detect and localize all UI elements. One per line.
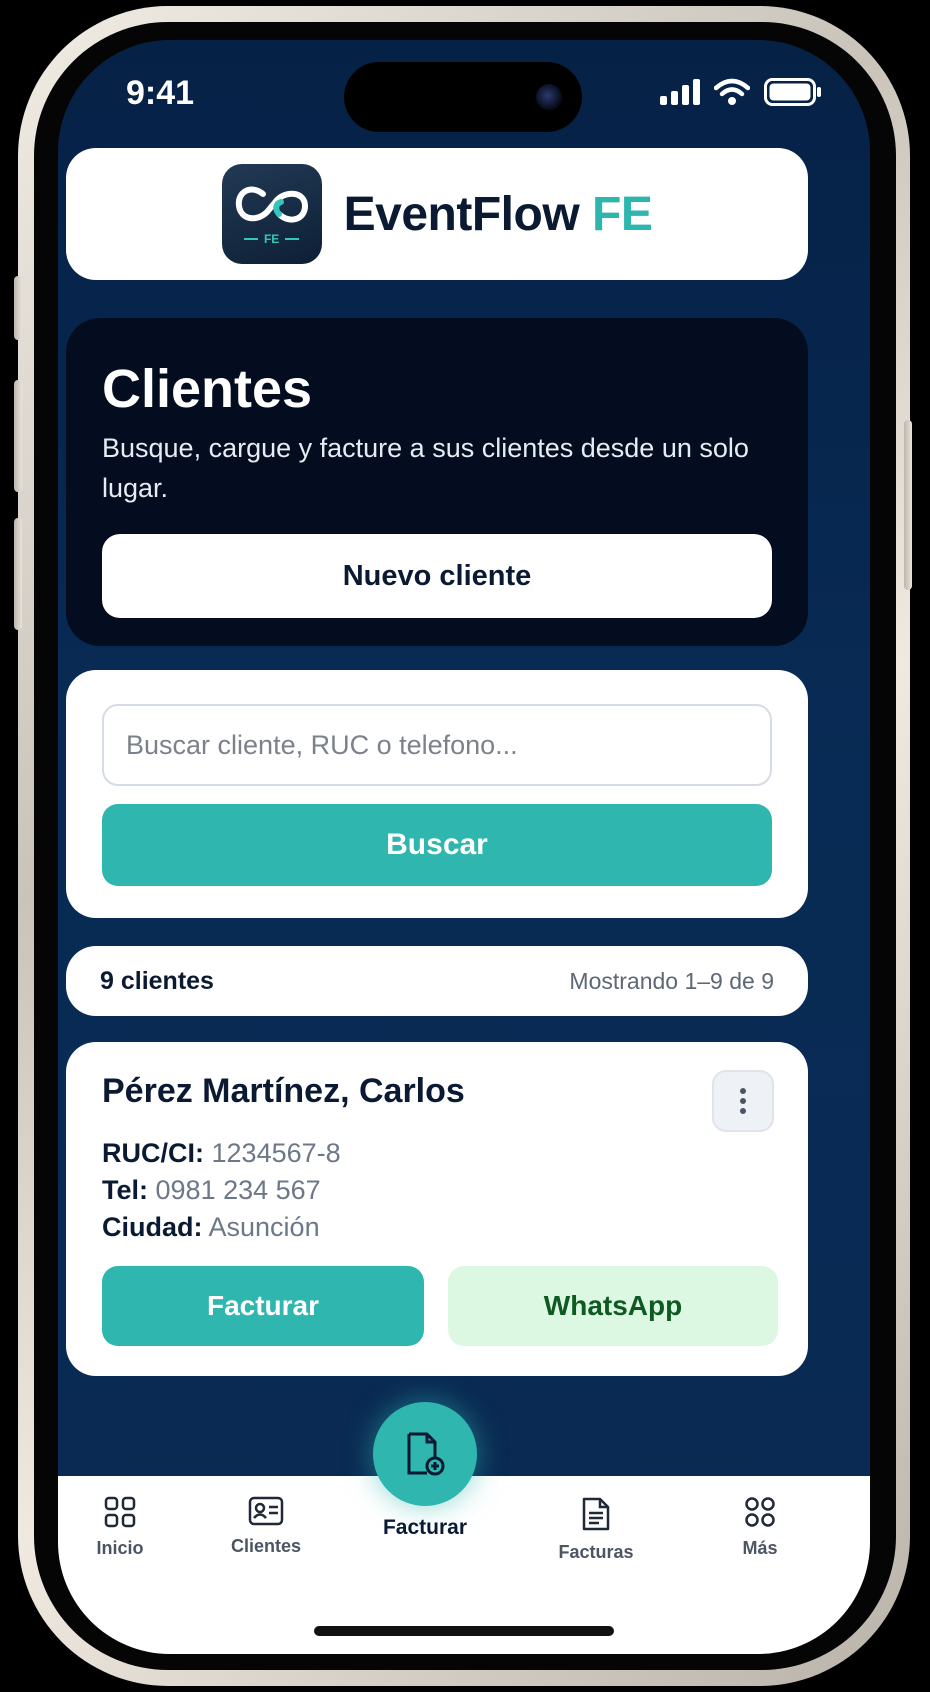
city-value: Asunción xyxy=(208,1212,320,1242)
client-count: 9 clientes xyxy=(100,966,214,995)
id-card-icon xyxy=(248,1496,284,1526)
logo-caption: FE xyxy=(263,232,280,246)
search-input[interactable] xyxy=(102,704,772,786)
ruc-value: 1234567-8 xyxy=(211,1138,341,1168)
brand-main: EventFlow xyxy=(343,187,580,241)
client-city: Ciudad: Asunción xyxy=(102,1212,320,1243)
client-name: Pérez Martínez, Carlos xyxy=(102,1072,465,1110)
nav-inicio[interactable]: Inicio xyxy=(58,1496,190,1559)
pagination-range: Mostrando 1–9 de 9 xyxy=(569,967,774,994)
ruc-label: RUC/CI: xyxy=(102,1138,204,1168)
results-summary: 9 clientes Mostrando 1–9 de 9 xyxy=(66,946,808,1016)
nav-facturar-button[interactable] xyxy=(373,1402,477,1506)
wifi-icon xyxy=(714,78,750,105)
invoice-client-button[interactable]: Facturar xyxy=(102,1266,424,1346)
camera-icon xyxy=(536,84,562,110)
status-icons xyxy=(660,78,822,106)
app-logo: FE xyxy=(221,164,322,264)
volume-up-button xyxy=(14,380,22,492)
kebab-menu-icon xyxy=(740,1088,746,1094)
tel-label: Tel: xyxy=(102,1175,148,1205)
nav-mas[interactable]: Más xyxy=(690,1496,830,1559)
home-indicator[interactable] xyxy=(314,1626,614,1636)
document-icon xyxy=(582,1497,610,1531)
dynamic-island xyxy=(344,62,582,132)
volume-down-button xyxy=(14,518,22,630)
brand-accent: FE xyxy=(592,187,653,241)
app-screen: 9:41 FE EventFlow FE Clientes Busque, ca… xyxy=(58,40,870,1654)
tel-value: 0981 234 567 xyxy=(155,1175,321,1205)
client-ruc: RUC/CI: 1234567-8 xyxy=(102,1138,341,1169)
hero-panel: Clientes Busque, cargue y facture a sus … xyxy=(66,318,808,646)
battery-icon xyxy=(764,78,821,106)
nav-mas-label: Más xyxy=(742,1538,778,1558)
page-subtitle: Busque, cargue y facture a sus clientes … xyxy=(102,433,749,503)
nav-clientes-label: Clientes xyxy=(230,1536,302,1556)
new-invoice-icon xyxy=(407,1432,445,1476)
signal-icon xyxy=(660,79,700,105)
client-card: Pérez Martínez, Carlos RUC/CI: 1234567-8… xyxy=(66,1042,808,1376)
search-button[interactable]: Buscar xyxy=(102,804,772,886)
nav-inicio-label: Inicio xyxy=(96,1538,144,1558)
whatsapp-button[interactable]: WhatsApp xyxy=(448,1266,778,1346)
brand-header: FE EventFlow FE xyxy=(66,148,808,280)
status-time: 9:41 xyxy=(126,74,195,112)
page-title: Clientes xyxy=(102,359,313,419)
new-client-button[interactable]: Nuevo cliente xyxy=(102,534,772,618)
nav-clientes[interactable]: Clientes xyxy=(196,1496,336,1557)
infinity-logo-icon xyxy=(235,186,308,223)
brand-name: EventFlow FE xyxy=(344,187,653,242)
side-button xyxy=(14,276,22,340)
search-panel: Buscar xyxy=(66,670,808,918)
nav-facturar-label: Facturar xyxy=(382,1516,468,1539)
nav-facturas[interactable]: Facturas xyxy=(526,1496,666,1563)
power-button xyxy=(904,420,912,590)
nav-facturas-label: Facturas xyxy=(558,1542,634,1562)
apps-icon xyxy=(745,1497,775,1527)
grid-icon xyxy=(104,1496,136,1528)
client-tel: Tel: 0981 234 567 xyxy=(102,1175,321,1206)
more-options-button[interactable] xyxy=(712,1070,774,1132)
city-label: Ciudad: xyxy=(102,1212,203,1242)
